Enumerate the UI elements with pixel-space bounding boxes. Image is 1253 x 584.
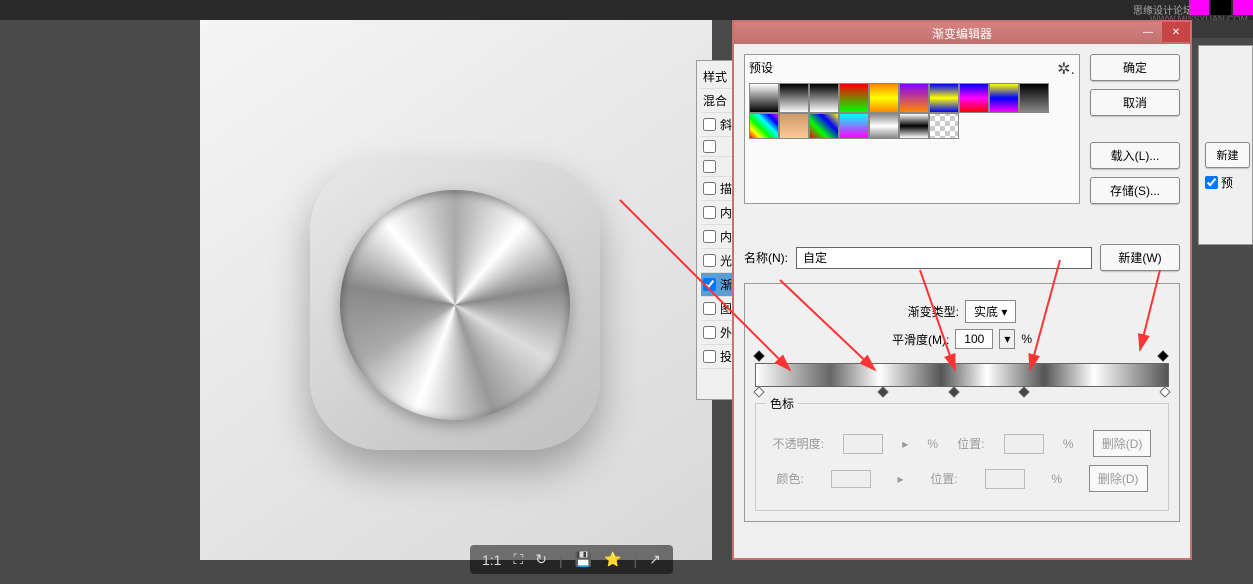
- preset-swatch[interactable]: [869, 83, 899, 113]
- color-stop[interactable]: [1161, 388, 1171, 400]
- gradient-name-input[interactable]: [796, 247, 1092, 269]
- ls-checkbox[interactable]: [703, 254, 716, 267]
- smooth-label: 平滑度(M):: [892, 331, 949, 348]
- presets-label: 预设: [749, 59, 773, 79]
- color-stop[interactable]: [755, 388, 765, 400]
- metal-button-shape: [310, 160, 600, 450]
- grad-type-select[interactable]: 实底 ▾: [965, 300, 1016, 323]
- ls-checkbox[interactable]: [703, 140, 716, 153]
- smoothness-input[interactable]: [955, 329, 993, 349]
- canvas[interactable]: [200, 20, 712, 560]
- load-button[interactable]: 载入(L)...: [1090, 142, 1180, 169]
- share-icon[interactable]: ↗: [649, 551, 661, 568]
- metal-disc: [340, 190, 570, 420]
- preset-swatch[interactable]: [989, 83, 1019, 113]
- percent-label: %: [1021, 332, 1032, 346]
- gradient-bar-area[interactable]: [755, 363, 1169, 387]
- new-style-button[interactable]: 新建: [1205, 142, 1250, 168]
- stops-fieldset: 色标 不透明度: ▸ % 位置: % 删除(D) 颜色: ▸ 位置: % 删除(…: [755, 395, 1169, 511]
- color-stop[interactable]: [1020, 388, 1030, 400]
- delete-button: 删除(D): [1093, 430, 1152, 457]
- ls-checkbox[interactable]: [703, 350, 716, 363]
- cancel-button[interactable]: 取消: [1090, 89, 1180, 116]
- zoom-label[interactable]: 1:1: [482, 552, 501, 568]
- color-swatch: [831, 470, 871, 488]
- position-label: 位置:: [957, 435, 984, 452]
- opacity-label: 不透明度:: [773, 435, 824, 452]
- opacity-input: [843, 434, 883, 454]
- preset-swatch[interactable]: [1019, 83, 1049, 113]
- position-label: 位置:: [930, 470, 957, 487]
- ls-checkbox[interactable]: [703, 302, 716, 315]
- preset-swatch[interactable]: [869, 113, 899, 139]
- opacity-stop[interactable]: [755, 352, 765, 364]
- preset-swatch[interactable]: [749, 83, 779, 113]
- minimize-button[interactable]: —: [1134, 22, 1162, 42]
- swatch[interactable]: [1189, 0, 1209, 15]
- dialog-titlebar[interactable]: 渐变编辑器 — ✕: [734, 22, 1190, 44]
- top-menu-bar: [0, 0, 1253, 20]
- star-icon[interactable]: ⭐: [604, 551, 621, 568]
- color-label: 颜色:: [776, 470, 803, 487]
- ls-checkbox[interactable]: [703, 326, 716, 339]
- ls-checkbox[interactable]: [703, 182, 716, 195]
- preview-checkbox[interactable]: [1205, 176, 1218, 189]
- delete-button: 删除(D): [1089, 465, 1148, 492]
- color-stop[interactable]: [950, 388, 960, 400]
- swatch[interactable]: [1233, 0, 1253, 15]
- preset-swatch[interactable]: [839, 113, 869, 139]
- fit-screen-icon[interactable]: ⛶: [513, 551, 523, 568]
- grad-type-label: 渐变类型:: [908, 303, 959, 320]
- color-stop[interactable]: [879, 388, 889, 400]
- preset-swatch[interactable]: [899, 113, 929, 139]
- preset-swatch[interactable]: [809, 113, 839, 139]
- gear-icon[interactable]: ✲.: [1057, 59, 1075, 79]
- ok-button[interactable]: 确定: [1090, 54, 1180, 81]
- preset-swatch[interactable]: [929, 113, 959, 139]
- preset-swatch[interactable]: [959, 83, 989, 113]
- preset-swatch[interactable]: [929, 83, 959, 113]
- position-input: [985, 469, 1025, 489]
- preset-swatch[interactable]: [749, 113, 779, 139]
- preset-swatch[interactable]: [809, 83, 839, 113]
- swatch[interactable]: [1211, 0, 1231, 15]
- preset-swatch[interactable]: [779, 83, 809, 113]
- preset-grid: [749, 83, 1075, 113]
- gradient-preview-bar[interactable]: [755, 363, 1169, 387]
- stops-legend: 色标: [766, 395, 798, 412]
- name-label: 名称(N):: [744, 249, 788, 266]
- save-icon[interactable]: 💾: [575, 551, 592, 568]
- preset-swatch[interactable]: [839, 83, 869, 113]
- preset-swatch[interactable]: [779, 113, 809, 139]
- ls-checkbox[interactable]: [703, 206, 716, 219]
- dialog-title: 渐变编辑器: [932, 25, 992, 42]
- preset-swatch[interactable]: [899, 83, 929, 113]
- opacity-stop[interactable]: [1159, 352, 1169, 364]
- ls-checkbox[interactable]: [703, 230, 716, 243]
- bottom-toolbar: 1:1 ⛶ ↻ | 💾 ⭐ | ↗: [470, 545, 673, 574]
- right-panel: 新建 预: [1198, 45, 1253, 245]
- ls-checkbox[interactable]: [703, 278, 716, 291]
- presets-box: 预设 ✲.: [744, 54, 1080, 204]
- top-swatches: [1189, 0, 1253, 15]
- new-button[interactable]: 新建(W): [1100, 244, 1180, 271]
- position-input: [1004, 434, 1044, 454]
- save-button[interactable]: 存储(S)...: [1090, 177, 1180, 204]
- rotate-icon[interactable]: ↻: [535, 551, 547, 568]
- dropdown-icon[interactable]: ▾: [999, 329, 1015, 349]
- gradient-editor-dialog: 渐变编辑器 — ✕ 预设 ✲.: [732, 20, 1192, 560]
- ls-checkbox[interactable]: [703, 118, 716, 131]
- close-button[interactable]: ✕: [1162, 22, 1190, 42]
- ls-checkbox[interactable]: [703, 160, 716, 173]
